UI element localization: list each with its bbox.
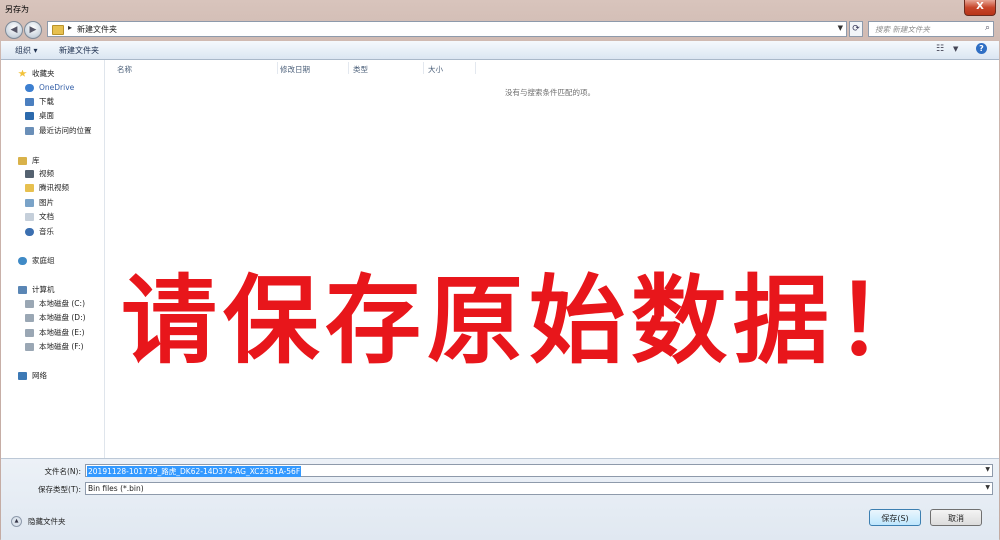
picture-icon <box>25 198 34 207</box>
column-header-size[interactable]: 大小 <box>428 64 443 75</box>
video-icon <box>25 169 34 178</box>
column-divider[interactable] <box>475 62 476 74</box>
drive-icon <box>25 342 34 351</box>
network-icon <box>18 371 27 380</box>
library-icon <box>18 156 27 165</box>
nav-item-onedrive[interactable]: OneDrive <box>25 81 74 94</box>
nav-item-videos[interactable]: 视频 <box>25 167 54 180</box>
star-icon <box>18 69 27 77</box>
nav-network[interactable]: 网络 <box>18 369 47 382</box>
folder-icon <box>52 25 64 35</box>
navigation-row: ◀ ▶ ▸ 新建文件夹 ▼ ⟳ 搜索 新建文件夹 ⌕ <box>0 20 1000 40</box>
address-bar[interactable]: ▸ 新建文件夹 ▼ <box>47 21 847 37</box>
nav-item-drive-e[interactable]: 本地磁盘 (E:) <box>25 326 85 339</box>
music-icon <box>25 227 34 236</box>
download-folder-icon <box>25 97 34 106</box>
navigation-pane: 收藏夹 OneDrive 下载 桌面 最近访问的位置 库 视频 腾讯视频 图片 … <box>1 60 105 458</box>
nav-item-desktop[interactable]: 桌面 <box>25 109 54 122</box>
overlay-warning-text: 请保存原始数据！ <box>121 264 937 377</box>
desktop-icon <box>25 111 34 120</box>
homegroup-icon <box>18 256 27 265</box>
nav-item-recent[interactable]: 最近访问的位置 <box>25 124 92 137</box>
forward-arrow-icon[interactable]: ▶ <box>24 21 42 39</box>
nav-item-music[interactable]: 音乐 <box>25 225 54 238</box>
nav-item-documents[interactable]: 文档 <box>25 210 54 223</box>
search-icon[interactable]: ⌕ <box>985 23 990 33</box>
drive-icon <box>25 313 34 322</box>
computer-icon <box>18 285 27 294</box>
filename-label: 文件名(N): <box>44 467 82 476</box>
search-placeholder: 搜索 新建文件夹 <box>875 25 930 34</box>
title-bar[interactable]: 另存为 X <box>0 0 1000 20</box>
chevron-down-icon[interactable]: ▼ <box>985 484 990 491</box>
save-options-panel: 文件名(N): 20191128-101739_路虎_DK62-14D374-A… <box>1 458 999 540</box>
column-header-type[interactable]: 类型 <box>353 64 368 75</box>
organize-button[interactable]: 组织 ▾ <box>15 45 38 56</box>
column-divider[interactable] <box>277 62 278 74</box>
filename-input[interactable]: 20191128-101739_路虎_DK62-14D374-AG_XC2361… <box>85 464 993 477</box>
chevron-up-icon: ▲ <box>11 516 22 527</box>
chevron-down-icon[interactable]: ▼ <box>985 466 990 473</box>
cancel-button[interactable]: 取消 <box>930 509 982 526</box>
help-icon[interactable]: ? <box>976 43 987 54</box>
nav-item-drive-c[interactable]: 本地磁盘 (C:) <box>25 297 85 310</box>
nav-favorites[interactable]: 收藏夹 <box>18 67 55 80</box>
nav-item-tencent-video[interactable]: 腾讯视频 <box>25 181 69 194</box>
chevron-down-icon[interactable]: ▼ <box>953 45 958 53</box>
drive-icon <box>25 328 34 337</box>
refresh-icon[interactable]: ⟳ <box>849 21 863 37</box>
chevron-down-icon[interactable]: ▼ <box>838 24 843 32</box>
nav-libraries[interactable]: 库 <box>18 154 40 167</box>
column-divider[interactable] <box>423 62 424 74</box>
new-folder-button[interactable]: 新建文件夹 <box>59 45 99 56</box>
breadcrumb-current-folder[interactable]: 新建文件夹 <box>77 24 117 35</box>
save-as-dialog: 另存为 X ◀ ▶ ▸ 新建文件夹 ▼ ⟳ 搜索 新建文件夹 ⌕ 组织 ▾ 新建… <box>0 0 1000 540</box>
nav-computer[interactable]: 计算机 <box>18 283 55 296</box>
document-icon <box>25 212 34 221</box>
hide-folders-label: 隐藏文件夹 <box>28 517 66 526</box>
filetype-label: 保存类型(T): <box>38 485 81 494</box>
hide-folders-toggle[interactable]: ▲ 隐藏文件夹 <box>11 516 66 527</box>
column-header-date[interactable]: 修改日期 <box>280 64 310 75</box>
filename-value[interactable]: 20191128-101739_路虎_DK62-14D374-AG_XC2361… <box>87 466 302 477</box>
filetype-select[interactable]: Bin files (*.bin) ▼ <box>85 482 993 495</box>
save-button[interactable]: 保存(S) <box>869 509 921 526</box>
nav-homegroup[interactable]: 家庭组 <box>18 254 55 267</box>
view-options-icon[interactable]: ☷ <box>936 44 944 54</box>
cloud-icon <box>25 83 34 92</box>
nav-item-drive-f[interactable]: 本地磁盘 (F:) <box>25 340 84 353</box>
window-title: 另存为 <box>5 5 29 14</box>
search-input[interactable]: 搜索 新建文件夹 ⌕ <box>868 21 994 37</box>
nav-item-downloads[interactable]: 下载 <box>25 95 54 108</box>
breadcrumb-separator-icon[interactable]: ▸ <box>68 23 72 32</box>
folder-icon <box>25 183 34 192</box>
filetype-value: Bin files (*.bin) <box>88 484 144 493</box>
command-toolbar: 组织 ▾ 新建文件夹 ☷ ▼ ? <box>1 41 999 60</box>
column-divider[interactable] <box>348 62 349 74</box>
recent-places-icon <box>25 126 34 135</box>
main-content: 收藏夹 OneDrive 下载 桌面 最近访问的位置 库 视频 腾讯视频 图片 … <box>1 60 999 458</box>
empty-list-message: 没有与搜索条件匹配的项。 <box>505 88 595 97</box>
column-header-name[interactable]: 名称 <box>117 64 132 75</box>
back-arrow-icon[interactable]: ◀ <box>5 21 23 39</box>
nav-item-pictures[interactable]: 图片 <box>25 196 54 209</box>
close-button[interactable]: X <box>964 0 996 16</box>
nav-item-drive-d[interactable]: 本地磁盘 (D:) <box>25 311 86 324</box>
drive-icon <box>25 299 34 308</box>
